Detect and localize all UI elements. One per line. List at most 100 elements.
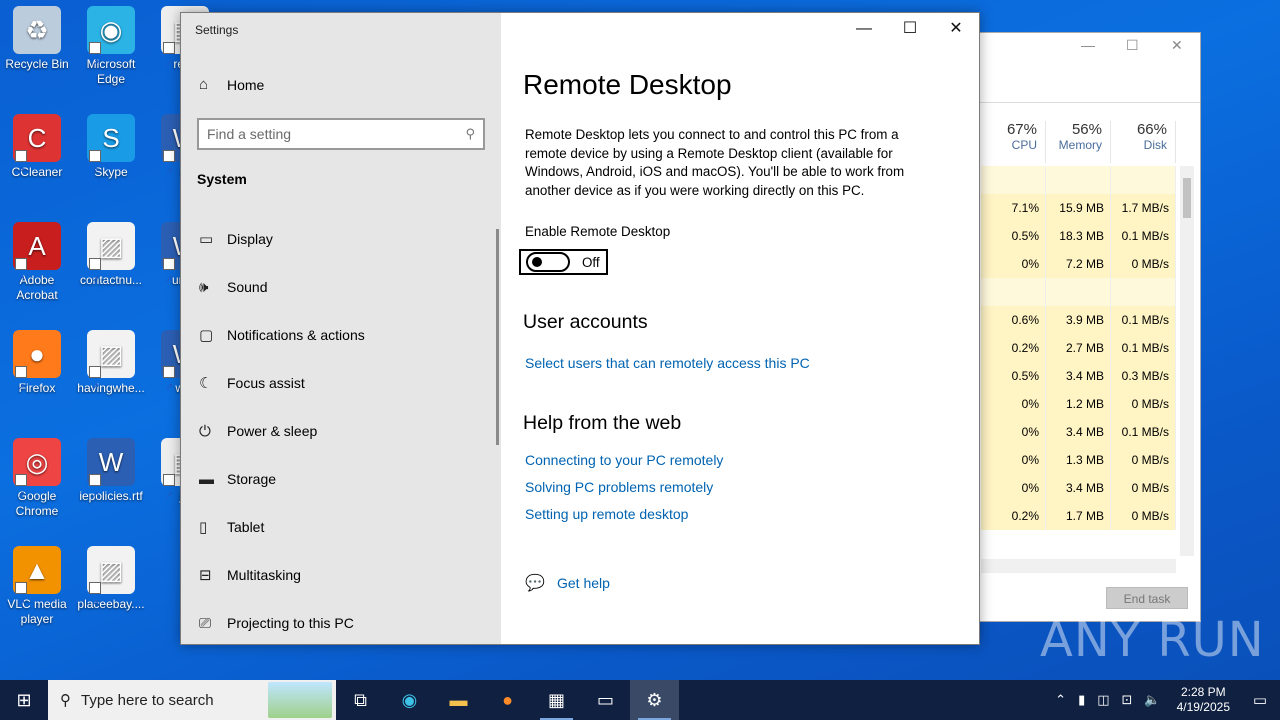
start-button[interactable]: ⊞ bbox=[0, 680, 48, 720]
window-title: Settings bbox=[195, 23, 239, 37]
process-table: 7.1% 15.9 MB 1.7 MB/s 0.5% 18.3 MB 0.1 MB/s 0%… bbox=[981, 166, 1176, 530]
settings-search-input[interactable] bbox=[207, 126, 466, 142]
cpu-cell: 0% bbox=[981, 474, 1046, 502]
desktop-icon-vlc[interactable]: ▲VLC media player bbox=[0, 546, 74, 628]
task-manager-header: 67% CPU 56% Memory 66% Disk bbox=[981, 121, 1176, 163]
sidebar-item-notifications-actions[interactable]: ▢ Notifications & actions bbox=[199, 311, 489, 359]
taskbar-task-manager[interactable]: ▦ bbox=[532, 680, 581, 720]
sidebar-item-display[interactable]: ▭ Display bbox=[199, 215, 489, 263]
table-row[interactable]: 0% 1.2 MB 0 MB/s bbox=[981, 390, 1176, 418]
display-icon: ▭ bbox=[199, 231, 214, 248]
end-task-button[interactable]: End task bbox=[1106, 587, 1188, 609]
desktop-icon-edge[interactable]: ◉Microsoft Edge bbox=[74, 6, 148, 88]
table-row[interactable]: 0.2% 2.7 MB 0.1 MB/s bbox=[981, 334, 1176, 362]
table-row[interactable]: 0% 3.4 MB 0 MB/s bbox=[981, 474, 1176, 502]
table-row[interactable] bbox=[981, 278, 1176, 306]
horizontal-scrollbar[interactable] bbox=[981, 559, 1176, 573]
page-title: Remote Desktop bbox=[523, 69, 732, 100]
task-view-button[interactable]: ⧉ bbox=[336, 680, 385, 720]
taskbar-edge[interactable]: ◉ bbox=[385, 680, 434, 720]
sidebar-item-sound[interactable]: 🕪 Sound bbox=[199, 263, 489, 311]
shortcut-arrow-icon bbox=[163, 40, 175, 88]
table-row[interactable] bbox=[981, 166, 1176, 194]
tray-device-icon[interactable]: ◫ bbox=[1097, 692, 1109, 708]
taskbar-firefox[interactable]: ● bbox=[483, 680, 532, 720]
sidebar-item-multitasking[interactable]: ⊟ Multitasking bbox=[199, 551, 489, 599]
desktop-icon-image-file[interactable]: ▨havingwhe... bbox=[74, 330, 148, 412]
shortcut-arrow-icon bbox=[163, 472, 175, 520]
system-tray: ⌃ ▮ ◫ ⊡ 🔈 2:28 PM 4/19/2025 ▭ bbox=[1049, 680, 1280, 720]
memory-cell bbox=[1046, 278, 1111, 306]
gear-icon: ⚙ bbox=[646, 690, 663, 710]
sidebar-scrollbar[interactable] bbox=[496, 229, 499, 445]
remote-desktop-toggle[interactable]: Off bbox=[519, 249, 608, 275]
table-row[interactable]: 0.5% 18.3 MB 0.1 MB/s bbox=[981, 222, 1176, 250]
chevron-up-icon[interactable]: ⌃ bbox=[1055, 692, 1066, 708]
edge-icon: ◉ bbox=[87, 6, 135, 88]
firefox-icon: ● bbox=[502, 690, 513, 710]
taskbar-settings[interactable]: ⚙ bbox=[630, 680, 679, 720]
cpu-cell bbox=[981, 166, 1046, 194]
tray-app-icon[interactable]: ▮ bbox=[1078, 692, 1085, 708]
toggle-state: Off bbox=[582, 254, 600, 270]
taskbar-app-window[interactable]: ▭ bbox=[581, 680, 630, 720]
table-row[interactable]: 0% 3.4 MB 0.1 MB/s bbox=[981, 418, 1176, 446]
sidebar-item-focus-assist[interactable]: ☾ Focus assist bbox=[199, 359, 489, 407]
notifications-icon: ▢ bbox=[199, 327, 214, 344]
notification-icon[interactable]: ▭ bbox=[1240, 691, 1280, 709]
table-row[interactable]: 0% 7.2 MB 0 MB/s bbox=[981, 250, 1176, 278]
network-icon[interactable]: ⊡ bbox=[1122, 692, 1133, 708]
page-description: Remote Desktop lets you connect to and c… bbox=[525, 127, 905, 198]
desktop-icon-recycle-bin[interactable]: ♻ Recycle Bin bbox=[0, 6, 74, 72]
desktop-icon-label: Google Chrome bbox=[15, 489, 59, 518]
task-manager-window[interactable]: — ☐ ✕ 67% CPU 56% Memory 66% Disk 7.1% 15.9 … bbox=[970, 32, 1201, 622]
sidebar-item-storage[interactable]: ▬ Storage bbox=[199, 455, 489, 503]
cpu-column-header[interactable]: 67% CPU bbox=[981, 121, 1046, 163]
scrollbar-thumb[interactable] bbox=[1183, 178, 1191, 218]
help-link-solving[interactable]: Solving PC problems remotely bbox=[525, 479, 713, 495]
disk-column-header[interactable]: 66% Disk bbox=[1111, 121, 1176, 163]
vertical-scrollbar[interactable] bbox=[1180, 166, 1194, 556]
desktop-icon-image-file[interactable]: ▨placeebay.... bbox=[74, 546, 148, 628]
close-icon[interactable]: ✕ bbox=[1171, 37, 1183, 54]
select-users-link[interactable]: Select users that can remotely access th… bbox=[525, 355, 810, 371]
disk-cell: 0 MB/s bbox=[1111, 502, 1176, 530]
multitasking-icon: ⊟ bbox=[199, 567, 212, 584]
table-row[interactable]: 0.5% 3.4 MB 0.3 MB/s bbox=[981, 362, 1176, 390]
desktop-icon-firefox[interactable]: ●Firefox bbox=[0, 330, 74, 412]
cpu-cell: 0.2% bbox=[981, 502, 1046, 530]
sidebar-item-projecting-to-this-pc[interactable]: ⎚ Projecting to this PC bbox=[199, 599, 489, 647]
sidebar-item-tablet[interactable]: ▯ Tablet bbox=[199, 503, 489, 551]
help-link-connecting[interactable]: Connecting to your PC remotely bbox=[525, 452, 723, 468]
table-row[interactable]: 7.1% 15.9 MB 1.7 MB/s bbox=[981, 194, 1176, 222]
memory-column-header[interactable]: 56% Memory bbox=[1046, 121, 1111, 163]
desktop-icon-chrome[interactable]: ◎Google Chrome bbox=[0, 438, 74, 520]
get-help-link[interactable]: 💬 Get help bbox=[525, 573, 610, 593]
taskbar-search[interactable]: ⚲ Type here to search bbox=[48, 680, 336, 720]
desktop-icon-ccleaner[interactable]: CCCleaner bbox=[0, 114, 74, 196]
task-view-icon: ⧉ bbox=[354, 690, 367, 710]
table-row[interactable]: 0% 1.3 MB 0 MB/s bbox=[981, 446, 1176, 474]
volume-icon[interactable]: 🔈 bbox=[1144, 692, 1160, 708]
taskbar-file-explorer[interactable]: ▬ bbox=[434, 680, 483, 720]
nav-home[interactable]: ⌂ Home bbox=[199, 76, 264, 93]
settings-search-box[interactable]: ⚲ bbox=[197, 118, 485, 150]
shortcut-arrow-icon bbox=[15, 472, 27, 520]
table-row[interactable]: 0.6% 3.9 MB 0.1 MB/s bbox=[981, 306, 1176, 334]
disk-cell: 0.1 MB/s bbox=[1111, 222, 1176, 250]
minimize-icon[interactable]: — bbox=[1081, 37, 1095, 53]
table-row[interactable]: 0.2% 1.7 MB 0 MB/s bbox=[981, 502, 1176, 530]
desktop-icon-skype[interactable]: SSkype bbox=[74, 114, 148, 196]
memory-cell: 1.7 MB bbox=[1046, 502, 1111, 530]
shortcut-arrow-icon bbox=[15, 148, 27, 196]
desktop-icon-word[interactable]: Wiepolicies.rtf bbox=[74, 438, 148, 520]
clock[interactable]: 2:28 PM 4/19/2025 bbox=[1177, 685, 1230, 715]
sidebar-item-power-sleep[interactable]: ⏻ Power & sleep bbox=[199, 407, 489, 455]
cpu-cell: 0.2% bbox=[981, 334, 1046, 362]
desktop-icon-image-file[interactable]: ▨contactnu... bbox=[74, 222, 148, 304]
desktop-icon-acrobat[interactable]: AAdobe Acrobat bbox=[0, 222, 74, 304]
nav-home-label: Home bbox=[227, 76, 265, 93]
help-link-setting-up[interactable]: Setting up remote desktop bbox=[525, 506, 688, 522]
toggle-switch[interactable] bbox=[526, 252, 570, 272]
maximize-icon[interactable]: ☐ bbox=[1126, 37, 1139, 54]
